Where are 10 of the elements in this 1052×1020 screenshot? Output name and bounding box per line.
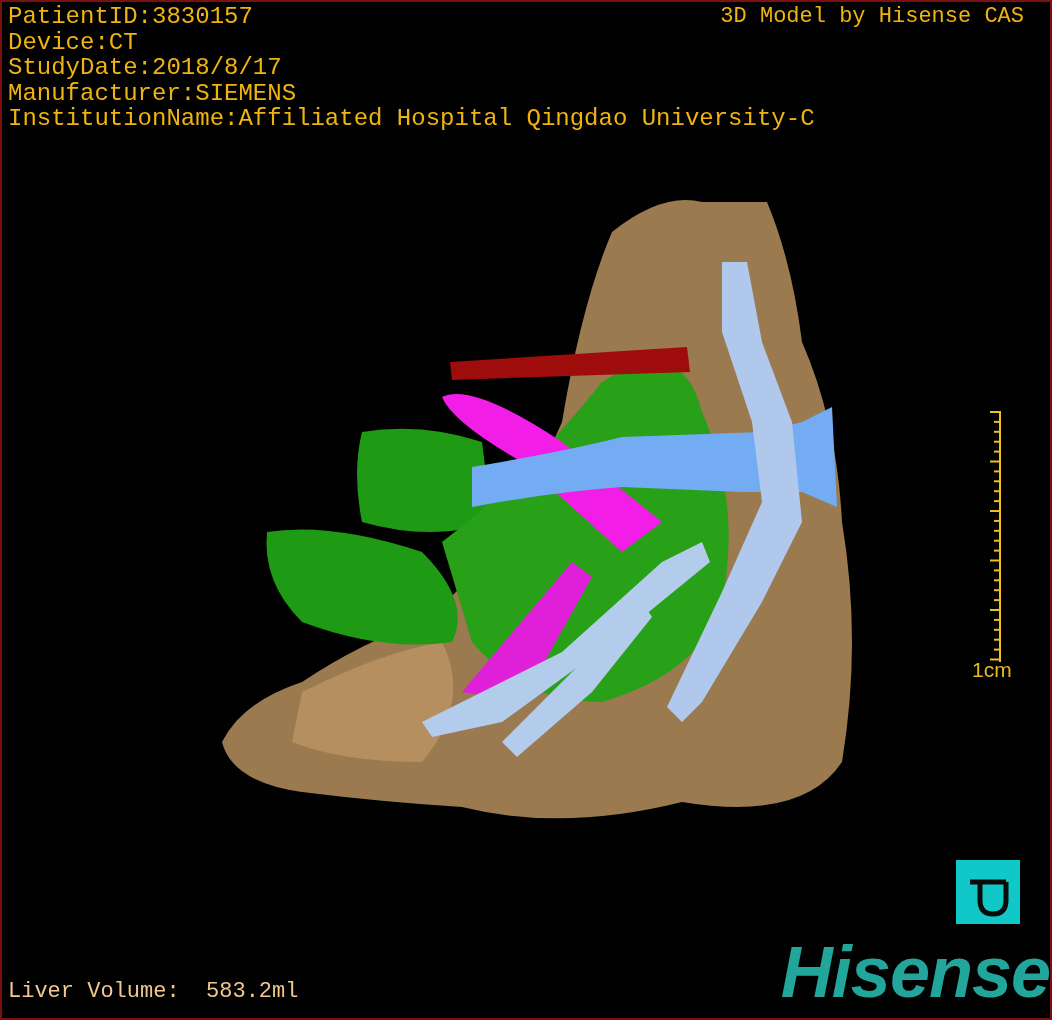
brand-logo: Hisense [780, 936, 1050, 1008]
model-title: 3D Model by Hisense CAS [720, 4, 1024, 30]
liver-volume-text: Liver Volume: 583.2ml [8, 979, 299, 1004]
study-info-text: Device:CT [8, 29, 138, 55]
study-info-text: Manufacturer:SIEMENS [8, 80, 297, 106]
scale-label: 1cm [972, 658, 1012, 682]
study-info-text: StudyDate:2018/8/17 [8, 55, 282, 81]
study-info-text: InstitutionName:Affiliated Hospital Qingdao University-C [8, 106, 815, 132]
study-info-text: PatientID:3830157 [8, 4, 253, 30]
orientation-icon[interactable] [956, 860, 1020, 924]
